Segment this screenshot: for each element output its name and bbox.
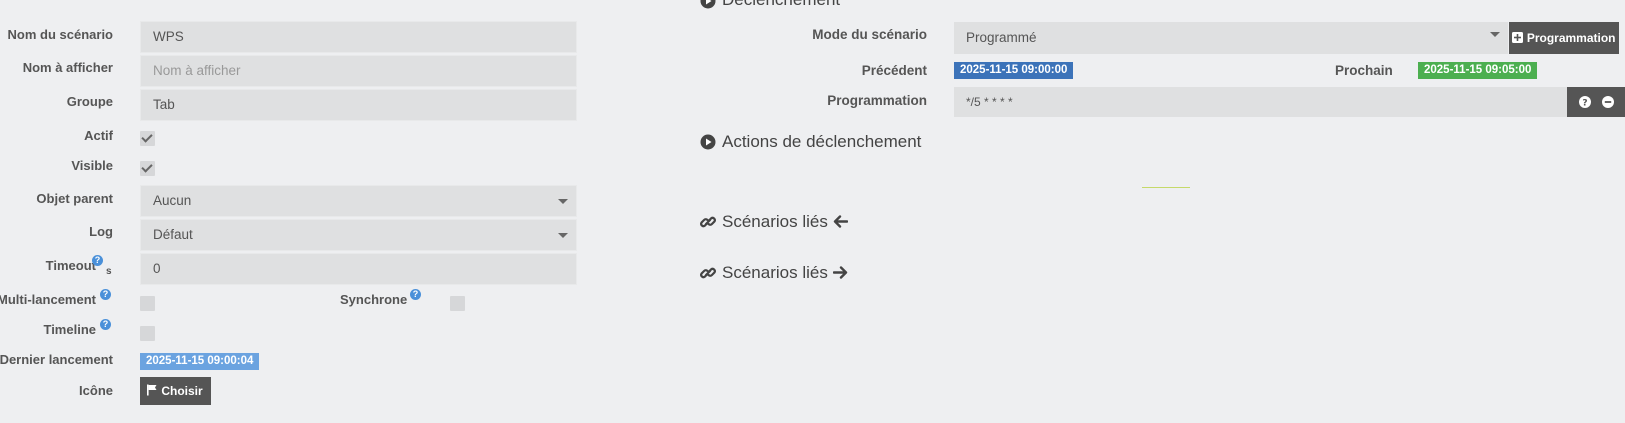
icon-label: Icône (79, 383, 113, 398)
minus-icon[interactable] (1602, 96, 1614, 108)
trigger-actions-title: Actions de déclenchement (700, 132, 922, 152)
mode-value: Programmé (966, 30, 1037, 45)
previous-badge: 2025-11-15 09:00:00 (954, 62, 1074, 79)
schedule-actions: ? (1567, 87, 1625, 117)
mode-select[interactable]: Programmé (954, 22, 1508, 54)
schedule-input[interactable]: */5 * * * * (954, 87, 1596, 117)
linked-scenarios-out[interactable]: Scénarios liés (700, 263, 848, 283)
question-icon[interactable]: ? (100, 289, 111, 300)
svg-text:?: ? (1582, 99, 1587, 109)
play-icon (700, 0, 716, 9)
plus-icon (1512, 32, 1524, 43)
next-badge: 2025-11-15 09:05:00 (1418, 62, 1538, 79)
schedule-label: Programmation (827, 93, 927, 108)
next-label: Prochain (1335, 63, 1393, 78)
arrow-right-icon (832, 266, 847, 279)
log-label: Log (89, 224, 113, 239)
chevron-down-icon (558, 199, 568, 204)
multi-launch-label: Multi-lancement (0, 292, 96, 307)
linked-scenarios-in-text: Scénarios liés (722, 212, 828, 231)
divider (1142, 187, 1190, 188)
active-label: Actif (84, 128, 113, 143)
trigger-title-text: Déclenchement (722, 0, 840, 9)
flag-icon (147, 384, 157, 396)
linked-scenarios-out-text: Scénarios liés (722, 263, 828, 282)
choose-icon-button[interactable]: Choisir (140, 377, 211, 405)
timeline-label: Timeline (43, 322, 96, 337)
linked-scenarios-in[interactable]: Scénarios liés (700, 212, 848, 232)
question-icon[interactable]: ? (100, 319, 111, 330)
play-icon (700, 134, 716, 150)
visible-checkbox[interactable] (140, 161, 155, 176)
chevron-down-icon (558, 233, 568, 238)
last-run-badge: 2025-11-15 09:00:04 (140, 353, 260, 370)
question-icon[interactable]: ? (1579, 96, 1591, 108)
log-select[interactable]: Défaut (140, 219, 577, 251)
trigger-section-title: Déclenchement (700, 0, 840, 10)
parent-object-value: Aucun (153, 193, 192, 208)
link-icon (700, 267, 716, 279)
parent-object-select[interactable]: Aucun (140, 185, 577, 217)
choose-icon-button-label: Choisir (161, 384, 203, 398)
previous-label: Précédent (861, 63, 927, 78)
timeout-label: Timeout (45, 258, 96, 273)
add-programmation-label: Programmation (1526, 31, 1616, 45)
timeout-input[interactable]: 0 (140, 253, 577, 285)
last-run-label: Dernier lancement (0, 352, 113, 367)
timeline-checkbox[interactable] (140, 326, 155, 341)
synchronous-label: Synchrone (340, 292, 408, 307)
timeout-unit: s (106, 266, 112, 277)
mode-label: Mode du scénario (812, 27, 927, 42)
parent-object-label: Objet parent (36, 191, 113, 206)
link-icon (700, 216, 716, 228)
chevron-down-icon (1490, 32, 1500, 37)
synchronous-checkbox[interactable] (450, 296, 465, 311)
trigger-actions-text: Actions de déclenchement (722, 132, 922, 151)
question-icon[interactable]: ? (410, 289, 421, 300)
question-icon[interactable]: ? (92, 255, 103, 266)
log-value: Défaut (153, 227, 193, 242)
active-checkbox[interactable] (140, 131, 155, 146)
visible-label: Visible (71, 158, 113, 173)
add-programmation-button[interactable]: Programmation (1509, 22, 1619, 54)
arrow-left-icon (833, 215, 848, 228)
multi-launch-checkbox[interactable] (140, 296, 155, 311)
